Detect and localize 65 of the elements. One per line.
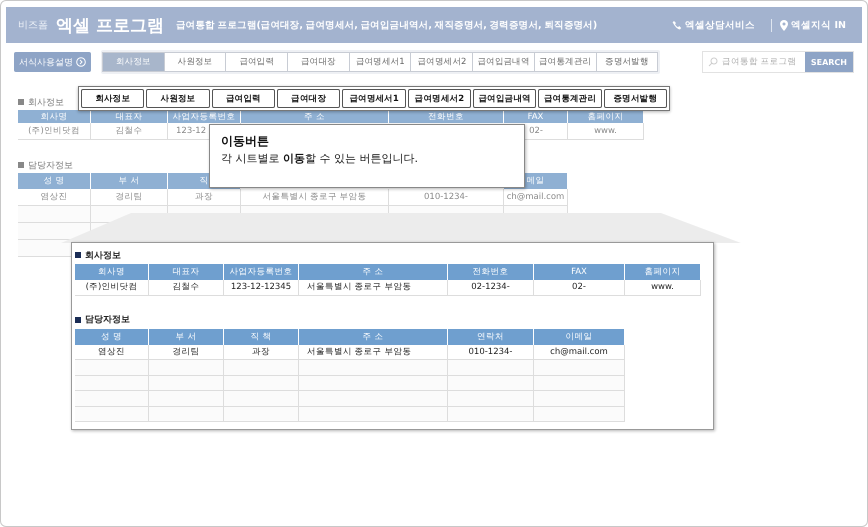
column-header: 홈페이지 bbox=[625, 264, 701, 280]
column-header: 홈페이지 bbox=[568, 110, 644, 123]
table-cell: www. bbox=[568, 123, 644, 140]
tab[interactable]: 급여명세서1 bbox=[348, 52, 412, 72]
section-heading: 회사정보 bbox=[85, 250, 121, 262]
table-cell: 김철수 bbox=[91, 123, 168, 140]
table-cell: 123-12-12345 bbox=[224, 280, 299, 296]
tab[interactable]: 증명서발행 bbox=[604, 89, 667, 108]
column-header: 주 소 bbox=[299, 264, 448, 280]
table-cell: 02- bbox=[534, 280, 625, 296]
column-header: 사업자등록번호 bbox=[168, 110, 241, 123]
arrow-circle-icon bbox=[76, 57, 86, 67]
tab[interactable]: 급여명세서1 bbox=[342, 89, 406, 108]
section-heading: 담당자정보 bbox=[28, 160, 73, 172]
tab[interactable]: 급여입금내역 bbox=[472, 89, 536, 108]
pin-icon bbox=[780, 20, 788, 30]
callout-text: 각 시트별로 이동할 수 있는 버튼입니다. bbox=[221, 151, 419, 166]
column-header: 직 책 bbox=[224, 328, 299, 344]
table-cell: 서울특별시 종로구 부암동 bbox=[299, 280, 448, 296]
search-icon bbox=[708, 57, 718, 67]
tab[interactable]: 급여통계관리 bbox=[534, 52, 596, 72]
tab[interactable]: 급여입력 bbox=[212, 89, 275, 108]
column-header: FAX bbox=[534, 264, 625, 280]
table-cell: (주)인비닷컴 bbox=[18, 123, 91, 140]
tab[interactable]: 급여통계관리 bbox=[538, 89, 602, 108]
square-bullet-icon bbox=[18, 162, 24, 168]
column-header: 이메일 bbox=[534, 328, 625, 344]
tab[interactable]: 회사정보 bbox=[81, 89, 144, 108]
column-header: 전화번호 bbox=[448, 264, 534, 280]
column-header: 성 명 bbox=[75, 328, 149, 344]
app-title: 엑셀 프로그램 bbox=[56, 14, 164, 36]
table-cell: 02-1234- bbox=[448, 280, 534, 296]
column-header: 부 서 bbox=[91, 173, 168, 189]
tab[interactable]: 급여명세서2 bbox=[408, 89, 471, 108]
tab[interactable]: 급여명세서2 bbox=[410, 52, 474, 72]
column-header: FAX bbox=[504, 110, 568, 123]
table-cell: 김철수 bbox=[149, 280, 224, 296]
tab[interactable]: 급여입금내역 bbox=[472, 52, 535, 72]
square-bullet-icon bbox=[18, 99, 24, 105]
column-header: 사업자등록번호 bbox=[224, 264, 299, 280]
column-header: 부 서 bbox=[149, 328, 224, 344]
phone-icon bbox=[672, 20, 682, 30]
column-header: 대표자 bbox=[149, 264, 224, 280]
square-bullet-icon bbox=[75, 252, 81, 258]
column-header: 성 명 bbox=[18, 173, 91, 189]
square-bullet-icon bbox=[75, 316, 81, 322]
column-header: 주 소 bbox=[241, 110, 389, 123]
column-header: 대표자 bbox=[91, 110, 168, 123]
tab[interactable]: 급여입력 bbox=[225, 52, 288, 72]
table-cell: (주)인비닷컴 bbox=[75, 280, 149, 296]
tab[interactable]: 증명서발행 bbox=[596, 52, 658, 72]
tab[interactable]: 사원정보 bbox=[164, 52, 226, 72]
tab[interactable]: 급여대장 bbox=[287, 52, 350, 72]
column-header: 전화번호 bbox=[389, 110, 504, 123]
table-cell: www. bbox=[625, 280, 701, 296]
brand-label: 비즈폼 bbox=[18, 19, 48, 32]
section-heading: 담당자정보 bbox=[85, 314, 130, 326]
column-header: 회사명 bbox=[18, 110, 91, 123]
column-header: 주 소 bbox=[299, 328, 448, 344]
column-header: 연락처 bbox=[448, 328, 534, 344]
tab[interactable]: 급여대장 bbox=[276, 89, 340, 108]
app-subtitle: 급여통합 프로그램(급여대장, 급여명세서, 급여입금내역서, 재직증명서, 경력증명서, 퇴직증명서) bbox=[176, 18, 598, 32]
section-heading: 회사정보 bbox=[28, 96, 64, 108]
column-header: 회사명 bbox=[75, 264, 149, 280]
tab[interactable]: 사원정보 bbox=[146, 89, 210, 108]
